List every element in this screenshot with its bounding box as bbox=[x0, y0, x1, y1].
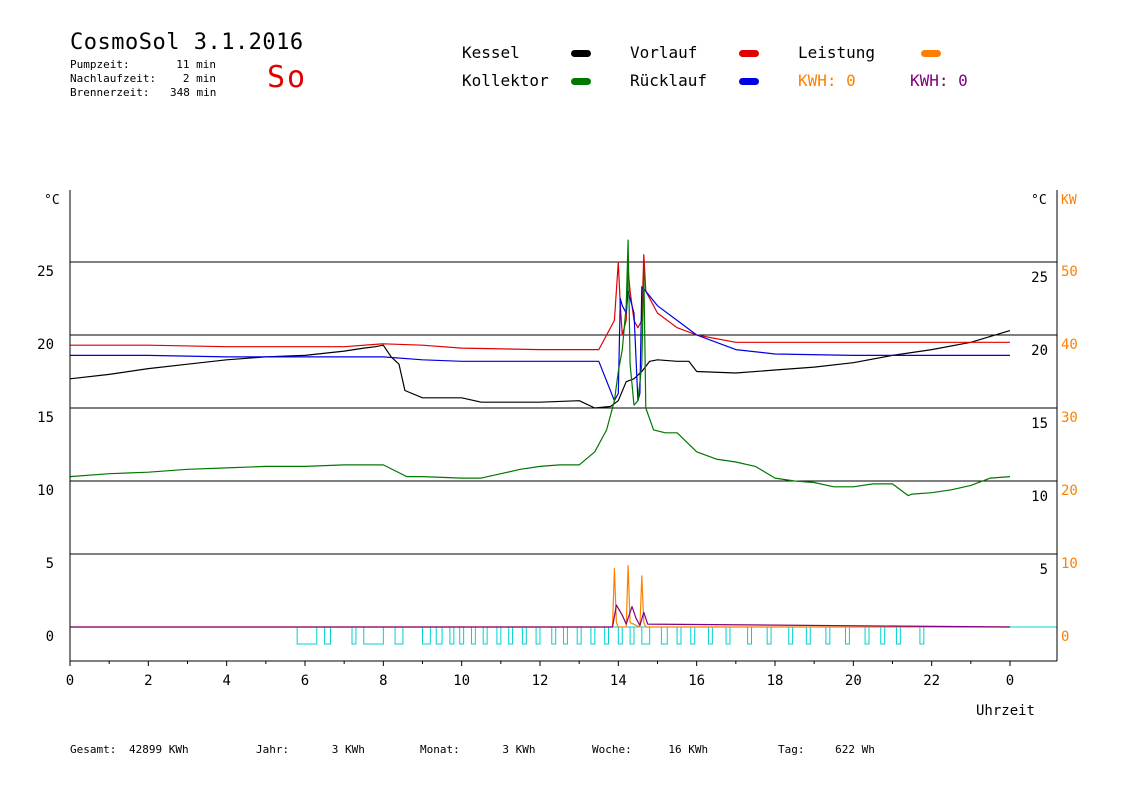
pump-pulse bbox=[435, 626, 443, 645]
chart-grid bbox=[70, 261, 1057, 628]
x-tick-label: 16 bbox=[688, 673, 705, 689]
chart-svg: 0 2 4 6 8 10 12 14 16 18 20 22 0 Uhrzeit 0 5 10 15 20 25 °C 5… bbox=[37, 190, 1078, 719]
y-right-temp-tick-label: 25 bbox=[1031, 270, 1048, 286]
chart-lines bbox=[69, 239, 1011, 628]
x-tick-label: 20 bbox=[845, 673, 862, 689]
y-right-temp-unit: °C bbox=[1031, 193, 1047, 208]
chart-labels: 0 2 4 6 8 10 12 14 16 18 20 22 0 Uhrzeit 0 5 10 15 20 25 °C 5… bbox=[37, 193, 1078, 719]
pump-pulse bbox=[641, 626, 651, 645]
chart-axes bbox=[69, 190, 1058, 666]
y-right-temp-tick-label: 15 bbox=[1031, 416, 1048, 432]
y-left-tick-label: 5 bbox=[46, 556, 54, 572]
pump-pulse bbox=[895, 626, 901, 645]
footer-day-value: 622 Wh bbox=[835, 743, 875, 756]
pump-pulse bbox=[825, 626, 831, 645]
x-tick-label: 6 bbox=[301, 673, 309, 689]
y-right-power-unit: KW bbox=[1061, 193, 1077, 208]
y-left-tick-label: 25 bbox=[37, 264, 54, 280]
pump-pulse bbox=[563, 626, 568, 645]
x-tick-label: 18 bbox=[767, 673, 784, 689]
y-right-power-tick-label: 40 bbox=[1061, 337, 1078, 353]
footer-total: Gesamt: 42899 KWh bbox=[70, 743, 189, 756]
footer-total-label: Gesamt: bbox=[70, 743, 117, 756]
pump-pulse bbox=[725, 626, 731, 645]
y-left-tick-label: 0 bbox=[46, 629, 54, 645]
footer-year: Jahr: 3 KWh bbox=[256, 743, 365, 756]
x-tick-label: 14 bbox=[610, 673, 627, 689]
pump-pulses bbox=[296, 626, 925, 645]
pump-pulse bbox=[470, 626, 476, 645]
pump-pulse bbox=[766, 626, 772, 645]
footer-year-value: 3 KWh bbox=[331, 743, 365, 756]
footer-week-value: 16 KWh bbox=[668, 743, 709, 756]
footer-month-value: 3 KWh bbox=[502, 743, 536, 756]
y-right-temp-tick-label: 20 bbox=[1031, 343, 1048, 359]
pump-pulse bbox=[880, 626, 886, 645]
pump-pulse bbox=[629, 626, 635, 645]
y-left-tick-label: 15 bbox=[37, 410, 54, 426]
y-left-tick-label: 20 bbox=[37, 337, 54, 353]
x-tick-label: 22 bbox=[923, 673, 940, 689]
y-right-power-tick-label: 10 bbox=[1061, 556, 1078, 572]
pump-pulse bbox=[459, 626, 465, 645]
y-right-temp-tick-label: 10 bbox=[1031, 489, 1048, 505]
pump-pulse bbox=[590, 626, 596, 645]
series-line-kollektor bbox=[69, 239, 1011, 497]
pump-pulse bbox=[482, 626, 488, 645]
pump-pulse bbox=[707, 626, 713, 645]
pump-pulse bbox=[617, 626, 623, 645]
pump-pulse bbox=[788, 626, 794, 645]
x-tick-label: 2 bbox=[144, 673, 152, 689]
y-right-power-tick-label: 0 bbox=[1061, 629, 1069, 645]
x-tick-label: 10 bbox=[453, 673, 470, 689]
footer-year-label: Jahr: bbox=[256, 743, 290, 756]
pump-pulse bbox=[805, 626, 811, 645]
pump-pulse bbox=[845, 626, 850, 645]
pump-pulse bbox=[296, 626, 318, 645]
pump-pulse bbox=[351, 626, 357, 645]
pump-pulse bbox=[521, 626, 527, 645]
pump-pulse bbox=[864, 626, 870, 645]
y-right-power-tick-label: 30 bbox=[1061, 410, 1078, 426]
pump-pulse bbox=[551, 626, 557, 645]
pump-pulse bbox=[919, 626, 925, 645]
pump-pulse bbox=[324, 626, 331, 645]
pump-pulse bbox=[394, 626, 404, 645]
footer-day-label: Tag: bbox=[778, 743, 805, 756]
pump-pulse bbox=[604, 626, 610, 645]
footer-week: Woche: 16 KWh bbox=[592, 743, 708, 756]
footer-day: Tag: 622 Wh bbox=[778, 743, 875, 756]
pump-pulse bbox=[747, 626, 752, 645]
series-line-leistung bbox=[70, 565, 1010, 628]
pump-pulse bbox=[363, 626, 384, 645]
pump-pulse bbox=[535, 626, 541, 645]
y-left-tick-label: 10 bbox=[37, 483, 54, 499]
y-right-power-tick-label: 20 bbox=[1061, 483, 1078, 499]
x-tick-label: 8 bbox=[379, 673, 387, 689]
x-tick-label: 0 bbox=[1006, 673, 1014, 689]
series-line-leistung2 bbox=[70, 604, 1011, 628]
pump-pulse bbox=[449, 626, 455, 645]
footer-total-value: 42899 KWh bbox=[128, 743, 189, 756]
footer-month: Monat: 3 KWh bbox=[420, 743, 536, 756]
y-right-power-tick-label: 50 bbox=[1061, 264, 1078, 280]
footer-week-label: Woche: bbox=[592, 743, 632, 756]
y-left-unit: °C bbox=[44, 193, 60, 208]
y-right-temp-tick-label: 5 bbox=[1040, 562, 1048, 578]
pump-pulse bbox=[508, 626, 514, 645]
series-line-r-cklauf bbox=[70, 286, 1010, 402]
x-tick-label: 12 bbox=[532, 673, 549, 689]
footer-month-label: Monat: bbox=[420, 743, 460, 756]
x-tick-label: 4 bbox=[222, 673, 230, 689]
pump-pulse bbox=[690, 626, 696, 645]
pump-pulse bbox=[676, 626, 682, 645]
pump-pulse bbox=[660, 626, 668, 645]
x-axis-label: Uhrzeit bbox=[976, 703, 1035, 719]
pump-pulse bbox=[422, 626, 431, 645]
pump-pulse bbox=[576, 626, 582, 645]
x-tick-label: 0 bbox=[66, 673, 74, 689]
pump-pulse bbox=[496, 626, 502, 645]
